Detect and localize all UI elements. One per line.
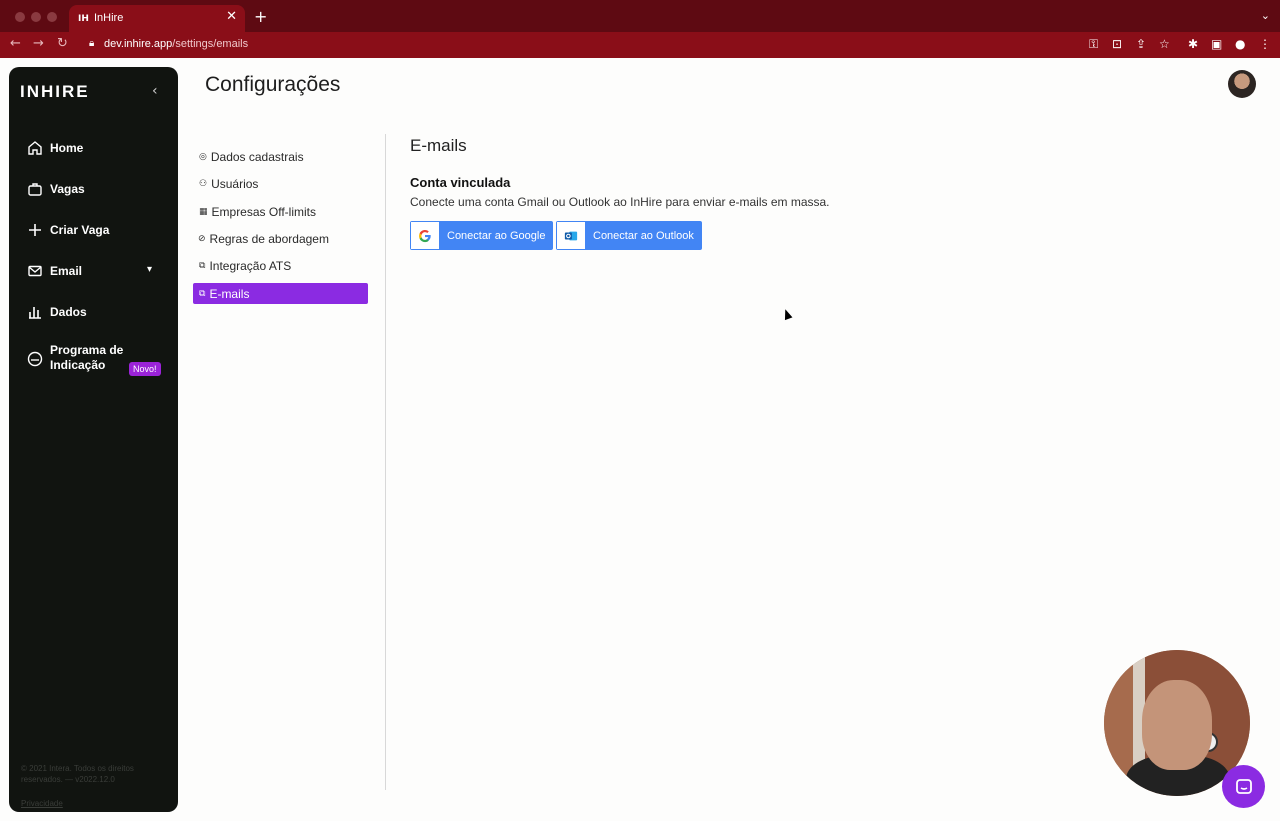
outlook-icon bbox=[557, 222, 585, 249]
window-maximize-dot[interactable] bbox=[47, 12, 57, 22]
referral-icon bbox=[27, 351, 43, 367]
avatar[interactable] bbox=[1228, 70, 1256, 98]
ban-icon: ⊘ bbox=[198, 233, 206, 244]
linked-account-description: Conecte uma conta Gmail ou Outlook ao In… bbox=[410, 195, 830, 209]
email-expand-chevron-icon[interactable]: ▾ bbox=[147, 264, 152, 275]
settings-item-label: Integração ATS bbox=[209, 258, 292, 273]
tab-search-chevron-icon[interactable]: ⌄ bbox=[1261, 9, 1270, 22]
tab-title: InHire bbox=[94, 12, 124, 24]
settings-item-regras-abordagem[interactable]: ⊘ Regras de abordagem bbox=[193, 228, 368, 249]
browser-tab[interactable]: IH InHire ✕ bbox=[69, 5, 245, 32]
browser-menu-icon[interactable]: ⋮ bbox=[1259, 37, 1271, 51]
sidebar-item-criar-vaga[interactable]: Criar Vaga bbox=[27, 219, 109, 241]
integration-icon: ⧉ bbox=[199, 260, 206, 271]
settings-item-label: Regras de abordagem bbox=[209, 231, 329, 246]
sidebar-item-dados[interactable]: Dados bbox=[27, 301, 87, 323]
settings-item-usuarios[interactable]: ⚇ Usuários bbox=[193, 173, 368, 194]
key-icon[interactable]: ⚿ bbox=[1089, 37, 1098, 52]
address-bar: ← → ↻ 🔒︎ dev.inhire.app/settings/emails … bbox=[0, 32, 1280, 58]
sidebar-item-home[interactable]: Home bbox=[27, 137, 83, 159]
connect-outlook-button[interactable]: Conectar ao Outlook bbox=[556, 221, 702, 250]
sidebar-item-label: Dados bbox=[50, 305, 87, 319]
connect-google-button[interactable]: Conectar ao Google bbox=[410, 221, 554, 250]
home-icon bbox=[27, 140, 43, 156]
connect-outlook-label: Conectar ao Outlook bbox=[593, 229, 694, 242]
user-circle-icon: ◎ bbox=[199, 151, 207, 162]
chat-support-button[interactable] bbox=[1222, 765, 1265, 808]
sidebar-item-label: Vagas bbox=[50, 182, 85, 196]
extensions-icon[interactable]: ✱ bbox=[1188, 37, 1198, 51]
privacy-link[interactable]: Privacidade bbox=[21, 799, 63, 808]
url-path: /settings/emails bbox=[172, 38, 249, 50]
webcam-person-face bbox=[1142, 680, 1212, 770]
app-page: INHIRE ‹ Home Vagas Criar Vaga Email ▾ D… bbox=[0, 58, 1280, 821]
mouse-cursor-icon bbox=[781, 307, 793, 321]
mail-icon bbox=[27, 263, 43, 279]
settings-item-label: E-mails bbox=[209, 286, 250, 301]
settings-item-integracao-ats[interactable]: ⧉ Integração ATS bbox=[193, 255, 368, 276]
url-host: dev.inhire.app bbox=[104, 38, 173, 50]
bookmark-star-icon[interactable]: ☆ bbox=[1159, 37, 1170, 51]
building-icon: ▦ bbox=[199, 206, 208, 217]
back-arrow-icon[interactable]: ← bbox=[10, 36, 21, 51]
settings-item-empresas-off-limits[interactable]: ▦ Empresas Off-limits bbox=[193, 201, 368, 222]
sidebar-item-programa-indicacao[interactable]: Programa de Indicação bbox=[27, 343, 123, 377]
tab-favicon-icon: IH bbox=[78, 14, 89, 24]
tab-close-icon[interactable]: ✕ bbox=[226, 9, 237, 24]
settings-item-dados-cadastrais[interactable]: ◎ Dados cadastrais bbox=[193, 146, 368, 167]
install-icon[interactable]: ⊡ bbox=[1112, 37, 1122, 51]
novo-badge: Novo! bbox=[129, 362, 161, 376]
users-icon: ⚇ bbox=[199, 178, 208, 189]
sidebar-item-label: Email bbox=[50, 264, 83, 278]
sidebar-item-label: Home bbox=[50, 141, 84, 155]
settings-divider bbox=[385, 134, 386, 790]
new-tab-icon[interactable]: + bbox=[254, 7, 267, 26]
lock-icon[interactable]: 🔒︎ bbox=[89, 38, 94, 49]
sidebar: INHIRE ‹ Home Vagas Criar Vaga Email ▾ D… bbox=[9, 67, 178, 812]
window-minimize-dot[interactable] bbox=[31, 12, 41, 22]
chat-icon bbox=[1235, 778, 1252, 794]
forward-arrow-icon[interactable]: → bbox=[33, 36, 44, 51]
section-title: E-mails bbox=[410, 136, 467, 155]
settings-item-label: Dados cadastrais bbox=[210, 149, 304, 164]
page-title: Configurações bbox=[205, 73, 341, 96]
settings-item-emails[interactable]: ⧉ E-mails bbox=[193, 283, 368, 304]
briefcase-icon bbox=[27, 181, 43, 197]
sidebar-item-label: Criar Vaga bbox=[50, 223, 110, 237]
sidebar-item-label: Programa de Indicação bbox=[50, 343, 124, 372]
inhire-logo: INHIRE bbox=[20, 82, 90, 101]
bar-chart-icon bbox=[27, 304, 43, 320]
sidebar-item-vagas[interactable]: Vagas bbox=[27, 178, 85, 200]
share-icon[interactable]: ⇪ bbox=[1136, 37, 1146, 51]
google-icon bbox=[411, 222, 439, 249]
reload-icon[interactable]: ↻ bbox=[57, 36, 68, 51]
url-field[interactable]: dev.inhire.app/settings/emails bbox=[104, 38, 248, 50]
plus-icon bbox=[27, 222, 43, 238]
copyright-note: © 2021 Intera. Todos os direitos reserva… bbox=[21, 764, 134, 784]
window-close-dot[interactable] bbox=[15, 12, 25, 22]
profile-icon[interactable]: ● bbox=[1235, 37, 1245, 51]
browser-tab-bar: IH InHire ✕ + ⌄ bbox=[0, 0, 1280, 32]
side-panel-icon[interactable]: ▣ bbox=[1211, 37, 1222, 51]
connect-google-label: Conectar ao Google bbox=[447, 229, 546, 242]
sidebar-item-email[interactable]: Email bbox=[27, 260, 82, 282]
collapse-sidebar-chevron-icon[interactable]: ‹ bbox=[152, 83, 158, 99]
settings-item-label: Usuários bbox=[211, 176, 259, 191]
linked-account-title: Conta vinculada bbox=[410, 175, 511, 190]
settings-item-label: Empresas Off-limits bbox=[211, 204, 316, 219]
email-settings-icon: ⧉ bbox=[199, 288, 206, 299]
